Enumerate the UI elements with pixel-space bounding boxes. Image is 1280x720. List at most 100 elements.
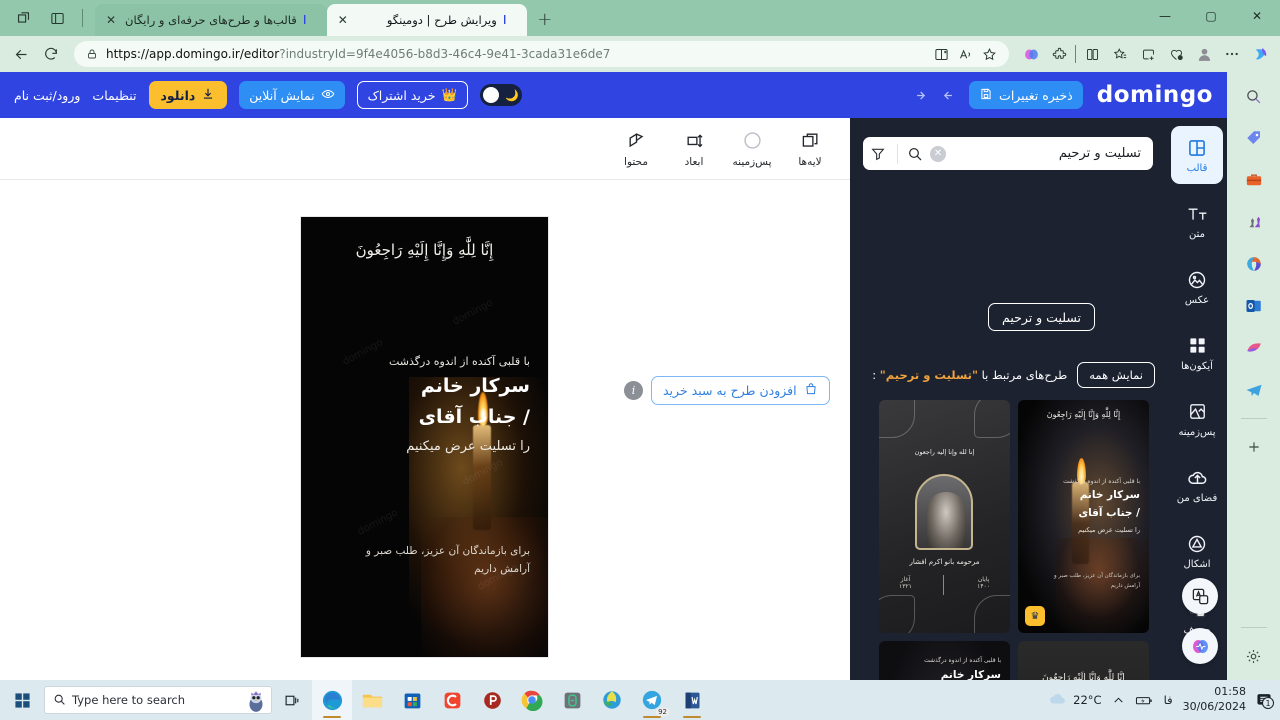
copilot-sidebar-icon[interactable] — [1246, 40, 1274, 68]
add-sidebar-icon[interactable] — [1239, 433, 1269, 461]
download-button[interactable]: دانلود — [148, 81, 228, 109]
rail-item-template[interactable]: قالب — [1171, 126, 1223, 184]
subscribe-button[interactable]: 👑 خرید اشتراک — [356, 81, 469, 109]
show-all-button[interactable]: نمایش همه — [1077, 362, 1155, 388]
brand-logo[interactable]: domingo — [1097, 82, 1213, 108]
settings-more-icon[interactable] — [1218, 40, 1246, 68]
undo-button[interactable] — [937, 82, 963, 108]
copilot-icon[interactable] — [1017, 40, 1045, 68]
shopping-tag-icon[interactable] — [1239, 124, 1269, 152]
rail-item-background[interactable]: پس‌زمینه — [1171, 390, 1223, 448]
search-icon[interactable] — [902, 146, 928, 162]
login-register-link[interactable]: ورود/ثبت نام — [14, 88, 80, 103]
filter-icon[interactable] — [863, 146, 893, 162]
collections-icon[interactable] — [1106, 40, 1134, 68]
microsoft365-icon[interactable] — [1239, 250, 1269, 278]
rail-item-my-space[interactable]: فضای من — [1171, 456, 1223, 514]
clock[interactable]: 01:58 30/06/2024 — [1183, 685, 1246, 715]
tools-icon[interactable] — [1239, 166, 1269, 194]
extensions-icon[interactable] — [1045, 40, 1073, 68]
split-screen-icon[interactable] — [929, 42, 953, 66]
windows-taskbar: Type here to search 92 22°C فا 01:58 30/… — [0, 680, 1280, 720]
taskbar-app-pdf-reader[interactable] — [472, 680, 512, 720]
tool-background[interactable]: پس‌زمینه — [726, 130, 778, 168]
weather-widget[interactable]: 22°C — [1048, 691, 1102, 709]
taskbar-app-edge[interactable] — [312, 680, 352, 720]
rail-item-shapes[interactable]: اشکال — [1171, 522, 1223, 580]
rail-item-icons[interactable]: آیکون‌ها — [1171, 324, 1223, 382]
rail-item-text[interactable]: متن — [1171, 192, 1223, 250]
artboard-line-4[interactable]: را تسلیت عرض میکنیم — [406, 439, 530, 454]
add-to-cart-button[interactable]: افزودن طرح به سبد خرید — [651, 376, 830, 405]
minimize-icon[interactable]: — — [1142, 0, 1188, 32]
taskbar-app-chrome[interactable] — [512, 680, 552, 720]
read-aloud-icon[interactable] — [953, 42, 977, 66]
taskbar-app-green[interactable] — [552, 680, 592, 720]
clear-icon[interactable]: ✕ — [930, 145, 946, 162]
tool-content[interactable]: محتوا — [610, 130, 662, 168]
battery-icon[interactable] — [1135, 694, 1154, 707]
svg-text:d: d — [304, 14, 306, 27]
taskbar-app-microsoft-store[interactable] — [392, 680, 432, 720]
outlook-icon[interactable] — [1239, 292, 1269, 320]
template-card-portrait[interactable]: إنا لله وإنا إليه راجعون مرحومه بانو اکر… — [879, 400, 1010, 633]
save-button[interactable]: ذخیره تغییرات — [969, 81, 1083, 109]
online-preview-button[interactable]: نمایش آنلاین — [239, 81, 345, 109]
card-line-5: برای بازماندگان آن عزیز، طلب صبر و آرامش… — [1054, 573, 1140, 589]
artboard-line-3[interactable]: / جناب آقای — [419, 406, 530, 428]
search-suggestion-chip[interactable]: تسلیت و ترحیم — [988, 303, 1095, 331]
address-bar[interactable]: https://app.domingo.ir/editor?industryId… — [74, 41, 1009, 67]
browser-tab-templates[interactable]: d قالب‌ها و طرح‌های حرفه‌ای و رایگان ✕ — [95, 4, 327, 36]
close-icon[interactable]: ✕ — [335, 12, 351, 28]
rail-item-image[interactable]: عکس — [1171, 258, 1223, 316]
task-view-icon[interactable] — [272, 692, 312, 709]
taskbar-app-word[interactable] — [672, 680, 712, 720]
info-icon[interactable]: i — [624, 381, 643, 400]
favorite-star-icon[interactable] — [977, 42, 1001, 66]
design-artboard[interactable]: إِنَّا لِلَّٰهِ وَإِنَّا إِلَيْهِ رَاجِع… — [301, 217, 548, 657]
sidebar-settings-icon[interactable] — [1239, 642, 1269, 670]
dark-mode-toggle[interactable]: 🌙 — [480, 84, 523, 106]
artboard-line-2[interactable]: سرکار خانم — [421, 375, 530, 397]
close-icon[interactable]: ✕ — [103, 12, 119, 28]
template-card-candle[interactable]: إِنَّا لِلَّٰهِ وَإِنَّا إِلَيْهِ رَاجِع… — [1018, 400, 1149, 633]
tool-dimensions[interactable]: ابعاد — [668, 130, 720, 168]
maximize-icon[interactable]: ▢ — [1188, 0, 1234, 32]
language-indicator[interactable]: فا — [1164, 693, 1173, 707]
back-icon[interactable] — [6, 40, 36, 68]
tool-layers[interactable]: لایه‌ها — [784, 130, 836, 168]
settings-link[interactable]: تنظیمات — [92, 88, 136, 103]
telegram-icon[interactable] — [1239, 376, 1269, 404]
card-line-2: سرکار خانم — [1079, 489, 1140, 501]
artboard-line-1[interactable]: با قلبی آکنده از اندوه درگذشت — [389, 355, 530, 368]
artboard-arabic-verse[interactable]: إِنَّا لِلَّٰهِ وَإِنَّا إِلَيْهِ رَاجِع… — [301, 241, 548, 259]
games-icon[interactable] — [1239, 208, 1269, 236]
reload-icon[interactable] — [36, 40, 66, 68]
browser-health-icon[interactable] — [1162, 40, 1190, 68]
search-input[interactable] — [946, 146, 1153, 161]
search-icon[interactable] — [1239, 82, 1269, 110]
clock-time: 01:58 — [1214, 685, 1246, 699]
browser-tab-editor[interactable]: d ویرایش طرح | دومینگو ✕ — [326, 4, 527, 36]
taskbar-app-photoscape[interactable] — [592, 680, 632, 720]
workspaces-icon[interactable] — [12, 7, 34, 29]
tab-actions-icon[interactable] — [46, 7, 68, 29]
taskbar-app-telegram[interactable]: 92 — [632, 680, 672, 720]
letters-round-button[interactable] — [1182, 578, 1218, 614]
add-favorite-icon[interactable] — [1134, 40, 1162, 68]
windows-start-icon[interactable] — [0, 692, 44, 709]
show-hidden-icons[interactable] — [1112, 694, 1125, 707]
profile-icon[interactable] — [1190, 40, 1218, 68]
taskbar-app-file-explorer[interactable] — [352, 680, 392, 720]
notification-center-icon[interactable]: 1 — [1256, 692, 1274, 709]
canvas-workspace[interactable]: i افزودن طرح به سبد خرید إِنَّا لِلَّٰهِ… — [0, 180, 850, 680]
taskbar-search[interactable]: Type here to search — [44, 686, 272, 714]
redo-button[interactable] — [905, 82, 931, 108]
close-window-icon[interactable]: ✕ — [1234, 0, 1280, 32]
search-mascot-icon — [243, 688, 269, 713]
new-tab-button[interactable]: + — [531, 5, 559, 33]
ai-assistant-button[interactable] — [1182, 628, 1218, 664]
taskbar-app-camtasia[interactable] — [432, 680, 472, 720]
browser-essentials-icon[interactable] — [1078, 40, 1106, 68]
designer-icon[interactable] — [1239, 334, 1269, 362]
